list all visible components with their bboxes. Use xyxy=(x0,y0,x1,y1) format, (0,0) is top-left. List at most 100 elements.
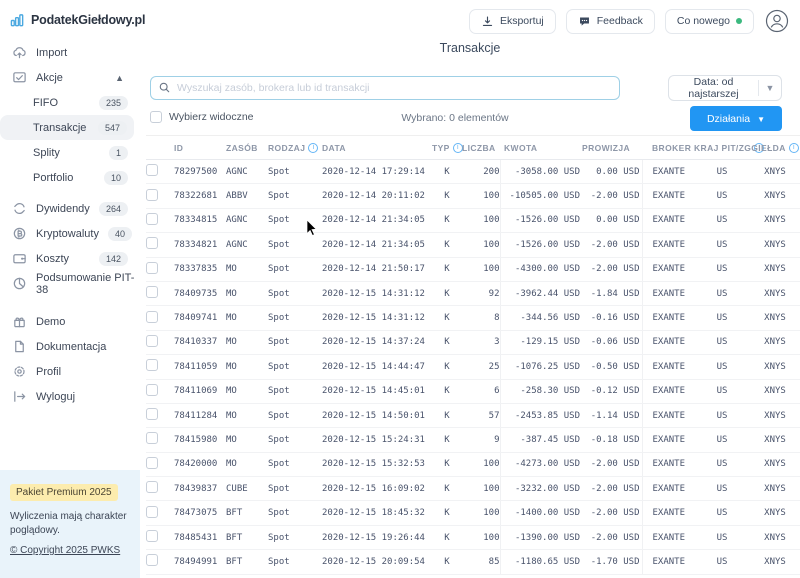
cell-id: 78334821 xyxy=(174,233,226,257)
sidebar-item-profil[interactable]: Profil xyxy=(0,359,140,384)
export-button[interactable]: Eksportuj xyxy=(469,9,556,34)
chevron-up-icon[interactable]: ▲ xyxy=(115,73,124,83)
row-checkbox[interactable] xyxy=(146,213,158,225)
sort-dropdown[interactable]: Data: od najstarszej ▼ xyxy=(668,75,782,101)
row-checkbox[interactable] xyxy=(146,481,158,493)
cell-date: 2020-12-15 20:09:54 xyxy=(322,550,432,574)
sidebar-item-kryptowaluty[interactable]: Kryptowaluty 40 xyxy=(0,221,140,246)
sidebar-item-splity[interactable]: Splity 1 xyxy=(0,140,140,165)
sidebar-item-koszty[interactable]: Koszty 142 xyxy=(0,246,140,271)
cell-type: K xyxy=(432,184,462,208)
sidebar-item-dokumentacja[interactable]: Dokumentacja xyxy=(0,334,140,359)
count-badge: 142 xyxy=(99,252,128,266)
row-checkbox-cell xyxy=(146,184,174,208)
cell-fee: -2.00 USD xyxy=(582,184,642,208)
row-checkbox-cell xyxy=(146,452,174,476)
row-checkbox[interactable] xyxy=(146,311,158,323)
cell-country: US xyxy=(694,403,750,427)
cell-exchange: XNYS xyxy=(750,379,800,403)
info-icon[interactable]: i xyxy=(308,143,318,153)
cell-fee: -0.16 USD xyxy=(582,306,642,330)
whats-new-button[interactable]: Co nowego xyxy=(665,9,754,34)
cell-amount: -2453.85 USD xyxy=(500,403,582,427)
cell-kind: Spot xyxy=(268,428,322,452)
cell-type: K xyxy=(432,281,462,305)
actions-label: Działania xyxy=(707,113,750,125)
cell-fee: -2.00 USD xyxy=(582,452,642,476)
sidebar-item-import[interactable]: Import xyxy=(0,40,140,65)
sidebar-item-label: Splity xyxy=(33,147,60,159)
row-checkbox[interactable] xyxy=(146,384,158,396)
cell-type: K xyxy=(432,330,462,354)
cell-asset: MO xyxy=(226,257,268,281)
row-checkbox[interactable] xyxy=(146,237,158,249)
cell-fee: -0.06 USD xyxy=(582,330,642,354)
info-icon[interactable]: i xyxy=(789,143,799,153)
sidebar-item-fifo[interactable]: FIFO 235 xyxy=(0,90,140,115)
cell-kind: Spot xyxy=(268,233,322,257)
column-header-label: GIEŁDA xyxy=(751,143,786,153)
sidebar-item-dywidendy[interactable]: Dywidendy 264 xyxy=(0,196,140,221)
user-avatar[interactable] xyxy=(764,8,790,34)
cell-type: K xyxy=(432,477,462,501)
cell-id: 78409735 xyxy=(174,281,226,305)
cell-type: K xyxy=(432,208,462,232)
row-checkbox[interactable] xyxy=(146,408,158,420)
cell-date: 2020-12-15 14:31:12 xyxy=(322,281,432,305)
sidebar-item-transakcje[interactable]: Transakcje 547 xyxy=(0,115,134,140)
row-checkbox[interactable] xyxy=(146,432,158,444)
cell-country: US xyxy=(694,379,750,403)
row-checkbox-cell xyxy=(146,160,174,184)
cell-exchange: XNYS xyxy=(750,355,800,379)
app-logo[interactable]: PodatekGiełdowy.pl xyxy=(0,0,140,30)
cell-amount: -4273.00 USD xyxy=(500,452,582,476)
document-icon xyxy=(12,339,27,354)
table-row: 78297500AGNCSpot2020-12-14 17:29:14K200-… xyxy=(146,160,800,184)
table-row: 78485431BFTSpot2020-12-15 19:26:44K100-1… xyxy=(146,525,800,549)
row-checkbox[interactable] xyxy=(146,164,158,176)
row-checkbox[interactable] xyxy=(146,335,158,347)
count-badge: 10 xyxy=(104,171,128,185)
table-row: 78409735MOSpot2020-12-15 14:31:12K92-396… xyxy=(146,281,800,305)
search-input[interactable] xyxy=(150,76,620,100)
table-row: 78473075BFTSpot2020-12-15 18:45:32K100-1… xyxy=(146,501,800,525)
sidebar-item-wyloguj[interactable]: Wyloguj xyxy=(0,384,140,409)
download-icon xyxy=(481,15,494,28)
table-row: 78411059MOSpot2020-12-15 14:44:47K25-107… xyxy=(146,355,800,379)
cell-kind: Spot xyxy=(268,501,322,525)
cell-exchange: XNYS xyxy=(750,233,800,257)
cell-broker: EXANTE xyxy=(642,403,694,427)
cell-fee: -2.00 USD xyxy=(582,233,642,257)
row-checkbox[interactable] xyxy=(146,262,158,274)
cell-exchange: XNYS xyxy=(750,306,800,330)
count-badge: 1 xyxy=(109,146,128,160)
app-window: PodatekGiełdowy.pl Import Akcje ▲ FIFO 2… xyxy=(0,0,800,578)
row-checkbox[interactable] xyxy=(146,359,158,371)
sidebar-item-demo[interactable]: Demo xyxy=(0,309,140,334)
row-checkbox[interactable] xyxy=(146,189,158,201)
row-checkbox[interactable] xyxy=(146,457,158,469)
cell-fee: 0.00 USD xyxy=(582,208,642,232)
cell-kind: Spot xyxy=(268,160,322,184)
sidebar-item-akcje[interactable]: Akcje ▲ xyxy=(0,65,140,90)
cell-asset: BFT xyxy=(226,525,268,549)
copyright-link[interactable]: © Copyright 2025 PWKS xyxy=(10,545,130,556)
actions-button[interactable]: Działania ▼ xyxy=(690,106,782,131)
sidebar-item-podsumowanie-pit38[interactable]: Podsumowanie PIT-38 xyxy=(0,271,140,296)
row-checkbox[interactable] xyxy=(146,286,158,298)
table-row: 78415980MOSpot2020-12-15 15:24:31K9-387.… xyxy=(146,428,800,452)
count-badge: 235 xyxy=(99,96,128,110)
cell-amount: -258.30 USD xyxy=(500,379,582,403)
sidebar-item-portfolio[interactable]: Portfolio 10 xyxy=(0,165,140,190)
row-checkbox[interactable] xyxy=(146,530,158,542)
topbar: Eksportuj Feedback Co nowego xyxy=(469,8,790,34)
column-header-typ: TYPi xyxy=(432,136,462,160)
cell-type: K xyxy=(432,306,462,330)
row-checkbox[interactable] xyxy=(146,506,158,518)
row-checkbox[interactable] xyxy=(146,554,158,566)
cell-broker: EXANTE xyxy=(642,160,694,184)
cell-kind: Spot xyxy=(268,184,322,208)
sidebar-item-label: Wyloguj xyxy=(36,391,75,403)
table-row: 78411069MOSpot2020-12-15 14:45:01K6-258.… xyxy=(146,379,800,403)
feedback-button[interactable]: Feedback xyxy=(566,9,655,34)
